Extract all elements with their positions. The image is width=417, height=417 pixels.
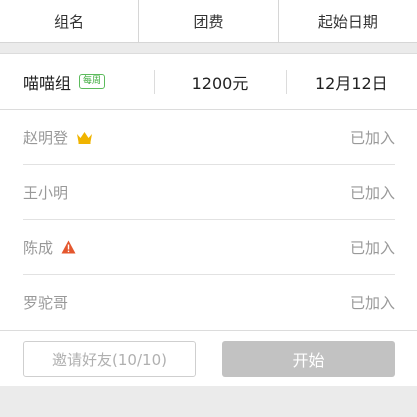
group-date: 12月12日: [285, 54, 417, 109]
member-status: 已加入: [349, 128, 395, 147]
header-fee: 团费: [138, 0, 277, 42]
group-card: 喵喵组 每周 1200元 12月12日 赵明登 已加入 王小明 已加入 陈成 已…: [0, 53, 417, 330]
list-item: 罗驼哥 已加入: [23, 275, 395, 330]
member-status: 已加入: [349, 183, 395, 202]
member-name: 王小明: [23, 183, 69, 202]
action-bar: 邀请好友(10/10) 开始: [0, 331, 417, 386]
list-item: 赵明登 已加入: [23, 110, 395, 165]
member-name-wrap: 罗驼哥: [23, 292, 68, 313]
start-button[interactable]: 开始: [222, 341, 395, 377]
crown-icon: [76, 131, 93, 144]
invite-friends-button[interactable]: 邀请好友(10/10): [23, 341, 196, 377]
member-status: 已加入: [349, 238, 395, 257]
header-group-name: 组名: [54, 12, 85, 31]
group-fee: 1200元: [154, 54, 285, 109]
member-list: 赵明登 已加入 王小明 已加入 陈成 已加入 罗驼哥 已加入: [23, 110, 395, 330]
table-header: 组名 团费 起始日期: [0, 0, 417, 43]
weekly-badge: 每周: [79, 74, 106, 89]
header-start-date: 起始日期: [277, 0, 417, 42]
member-name: 罗驼哥: [23, 294, 69, 312]
member-name-wrap: 陈成: [23, 237, 76, 258]
group-row: 喵喵组 每周 1200元 12月12日: [0, 54, 417, 110]
list-item: 王小明 已加入: [23, 165, 395, 220]
group-name: 喵喵组: [23, 73, 72, 93]
member-name-wrap: 赵明登: [23, 127, 93, 148]
list-item: 陈成 已加入: [23, 220, 395, 275]
group-name-cell: 喵喵组 每周: [0, 54, 154, 109]
member-name-wrap: 王小明: [23, 182, 68, 203]
member-name: 陈成: [23, 238, 54, 257]
member-status: 已加入: [349, 294, 395, 312]
member-name: 赵明登: [23, 128, 69, 147]
warning-icon: [61, 240, 76, 254]
